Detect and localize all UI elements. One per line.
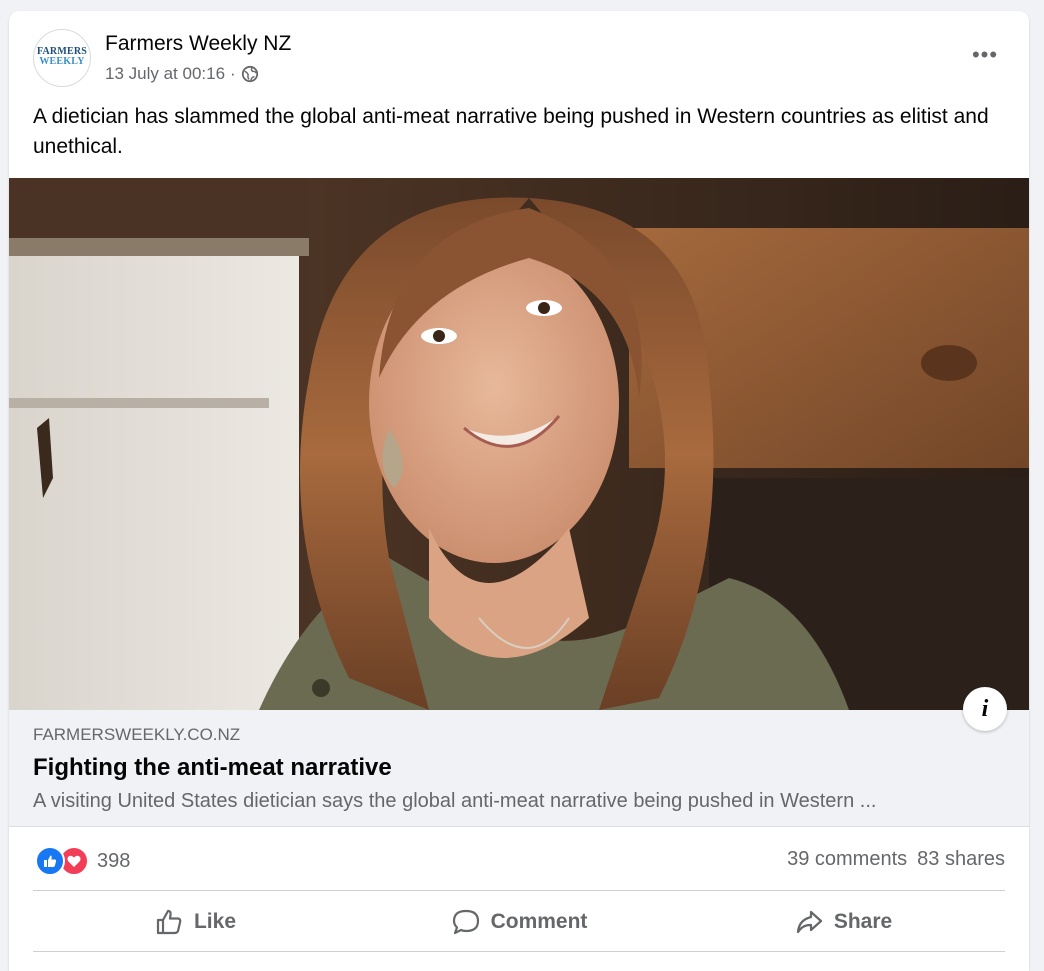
comment-label: Comment [490,910,588,933]
comments-count-link[interactable]: 39 comments [787,848,907,871]
like-icon [156,909,182,935]
link-preview-card[interactable]: FARMERSWEEKLY.CO.NZ Fighting the anti-me… [9,710,1029,827]
comment-button[interactable]: Comment [357,892,681,952]
comment-icon [452,909,479,935]
post-timestamp[interactable]: 13 July at 00:16 [105,64,225,84]
link-title: Fighting the anti-meat narrative [33,754,392,781]
like-button[interactable]: Like [33,892,357,952]
post-meta: 13 July at 00:16 · [105,64,259,84]
share-button[interactable]: Share [681,892,1005,952]
link-preview-image[interactable] [9,178,1029,710]
portrait-photo [9,178,1029,710]
avatar-logo-line2: WEEKLY [39,55,85,67]
more-options-icon: ••• [971,42,999,67]
share-icon [796,910,822,934]
link-description: A visiting United States dietician says … [33,790,877,812]
divider-bottom [33,951,1005,952]
link-domain: FARMERSWEEKLY.CO.NZ [33,725,241,744]
avatar-logo-line1: FARMERS [36,45,88,57]
shares-count-link[interactable]: 83 shares [917,848,1005,871]
reaction-count: 398 [97,849,131,872]
page-name-link[interactable]: Farmers Weekly NZ [105,32,291,56]
globe-icon[interactable] [241,65,259,83]
info-icon-glyph: i [981,695,989,722]
share-label: Share [833,910,893,933]
engagement-counts: 39 comments 83 shares [787,848,1005,871]
like-label: Like [193,910,237,933]
post-text: A dietician has slammed the global anti-… [33,105,989,158]
like-reaction-icon [35,846,65,876]
meta-separator: · [230,64,236,83]
reaction-summary[interactable]: 398 [35,846,130,876]
info-icon[interactable]: i [963,687,1007,731]
page-avatar[interactable]: FARMERS WEEKLY [33,29,91,87]
divider-top [33,890,1005,891]
action-bar: Like Comment Share [33,892,1005,952]
feed-post: FARMERS WEEKLY Farmers Weekly NZ 13 July… [9,11,1029,971]
more-options-button[interactable]: ••• [967,41,1003,69]
